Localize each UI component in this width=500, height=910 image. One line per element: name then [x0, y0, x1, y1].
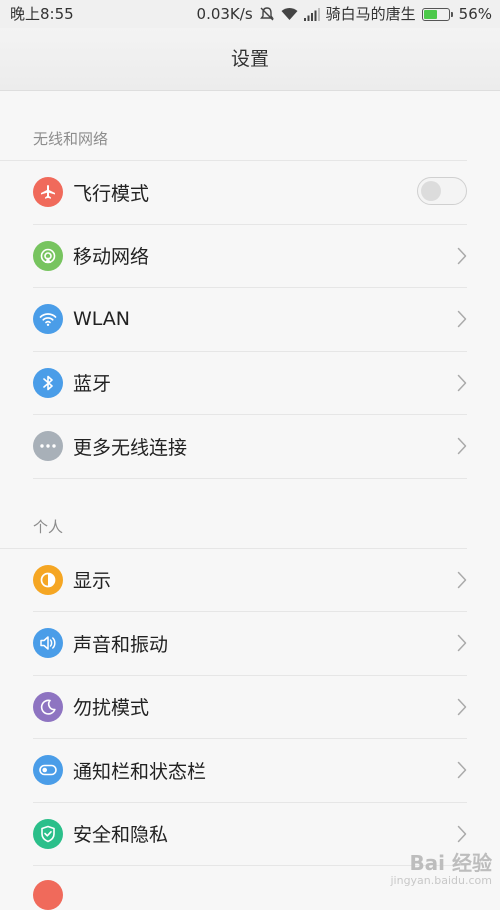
watermark-logo: Bai 经验 [409, 851, 492, 875]
battery-icon [421, 7, 453, 21]
settings-row[interactable]: 勿扰模式 [33, 676, 467, 739]
airplane-icon [33, 177, 63, 208]
chevron-right-icon [457, 698, 467, 716]
settings-row-label: 勿扰模式 [73, 697, 150, 720]
moon-icon [33, 691, 63, 722]
settings-row[interactable]: 显示 [33, 549, 467, 612]
settings-row-label: 通知栏和状态栏 [73, 760, 207, 783]
status-right-cluster: 0.03K/s 骑白马的唐生 56% [197, 0, 492, 28]
carrier-name: 骑白马的唐生 [325, 5, 416, 23]
chevron-right-icon [457, 247, 467, 265]
settings-row[interactable]: 移动网络 [33, 225, 467, 288]
settings-row-label: 声音和振动 [73, 633, 169, 656]
settings-row[interactable]: 声音和振动 [33, 612, 467, 676]
chevron-right-icon [457, 571, 467, 589]
chevron-right-icon [457, 634, 467, 652]
chevron-right-icon [457, 825, 467, 843]
mute-icon [259, 6, 275, 22]
watermark: Bai 经验 jingyan.baidu.com [390, 852, 492, 887]
wifi-icon [281, 7, 298, 21]
chevron-right-icon [457, 310, 467, 328]
settings-row-label: 更多无线连接 [73, 436, 188, 459]
wifi-icon [33, 304, 63, 335]
partial-row-icon [33, 880, 63, 910]
chevron-right-icon [457, 761, 467, 779]
settings-row-label: 移动网络 [73, 246, 150, 269]
toggle-knob [421, 181, 441, 202]
watermark-url: jingyan.baidu.com [390, 874, 492, 887]
signal-icon [303, 7, 320, 21]
settings-list: 无线和网络飞行模式移动网络 WLAN 蓝牙更多无线连接个人显示声音和振动勿扰模式通知… [0, 91, 500, 866]
settings-row[interactable]: 蓝牙 [33, 352, 467, 415]
network-speed: 0.03K/s [196, 5, 253, 23]
page-title: 设置 [0, 28, 500, 91]
section-header: 个人 [0, 479, 467, 549]
shield-icon [33, 818, 63, 849]
display-icon [33, 564, 63, 595]
settings-row[interactable]: WLAN [33, 288, 467, 352]
battery-percent: 56% [458, 5, 492, 23]
notification-bar-icon [33, 755, 63, 786]
airplane-mode-toggle[interactable] [417, 177, 467, 206]
settings-row-label: 安全和隐私 [73, 824, 169, 847]
bluetooth-icon [33, 367, 63, 398]
status-time: 晚上8:55 [10, 5, 74, 23]
settings-row[interactable]: 更多无线连接 [33, 415, 467, 479]
more-icon [33, 431, 63, 462]
settings-row-label: 蓝牙 [73, 373, 112, 396]
sound-icon [33, 628, 63, 659]
chevron-right-icon [457, 374, 467, 392]
chevron-right-icon [457, 437, 467, 455]
settings-row-label: WLAN [73, 308, 131, 331]
settings-row[interactable]: 飞行模式 [33, 161, 467, 225]
mobile-network-icon [33, 240, 63, 271]
status-bar: 晚上8:55 0.03K/s 骑白马的唐生 56% [0, 0, 500, 28]
settings-row[interactable]: 通知栏和状态栏 [33, 739, 467, 803]
section-header: 无线和网络 [0, 91, 467, 161]
settings-row-label: 显示 [73, 570, 112, 593]
settings-row-label: 飞行模式 [73, 182, 150, 205]
